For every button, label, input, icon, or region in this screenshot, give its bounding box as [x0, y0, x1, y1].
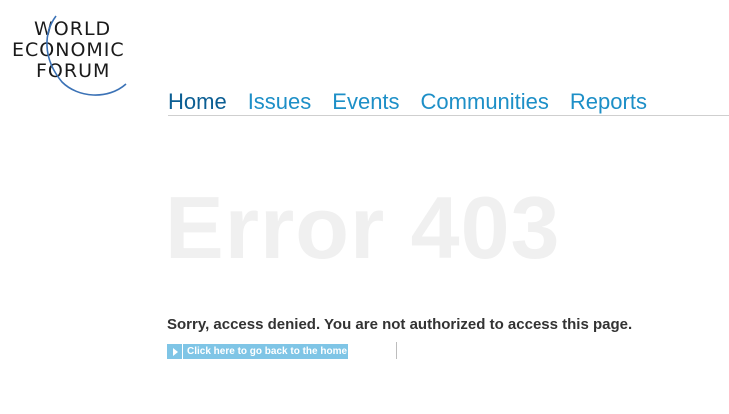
wef-logo[interactable]: WORLD ECONOMIC FORUM	[8, 14, 158, 98]
nav-item-communities[interactable]: Communities	[421, 88, 549, 116]
logo-line-forum: FORUM	[36, 60, 110, 82]
error-page: WORLD ECONOMIC FORUM Home Issues Events …	[0, 0, 729, 414]
nav-item-home[interactable]: Home	[168, 88, 227, 116]
play-arrow-icon	[167, 344, 182, 359]
nav-item-issues[interactable]: Issues	[248, 88, 312, 116]
main-nav: Home Issues Events Communities Reports	[168, 88, 729, 116]
back-home-label: Click here to go back to the home	[183, 344, 349, 359]
error-title: Error 403	[165, 178, 561, 277]
wef-logo-graphic: WORLD ECONOMIC FORUM	[12, 15, 127, 96]
logo-line-economic: ECONOMIC	[12, 39, 125, 61]
back-home-button[interactable]: Click here to go back to the home	[167, 344, 349, 359]
divider	[396, 342, 397, 359]
nav-item-events[interactable]: Events	[332, 88, 399, 116]
error-message: Sorry, access denied. You are not author…	[167, 316, 633, 333]
logo-line-world: WORLD	[34, 18, 111, 40]
nav-item-reports[interactable]: Reports	[570, 88, 647, 116]
